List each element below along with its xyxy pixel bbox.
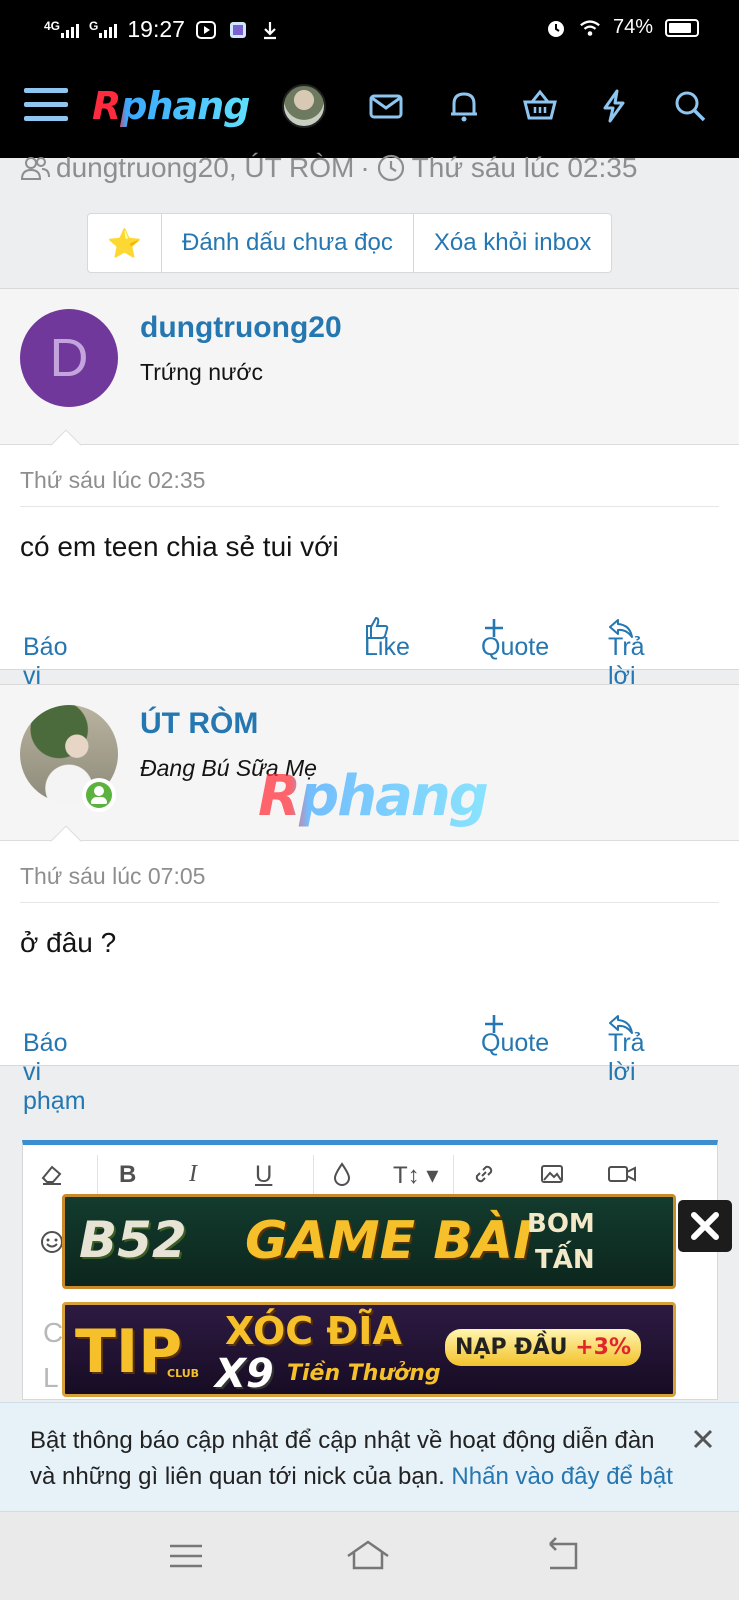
cell-signal-1: 4G — [44, 18, 80, 38]
editor-placeholder[interactable]: C L — [43, 1310, 63, 1400]
wifi-icon — [579, 17, 601, 39]
video-icon[interactable] — [607, 1161, 637, 1194]
quote-label: Quote — [481, 1029, 550, 1057]
bold-icon[interactable]: B — [119, 1161, 136, 1189]
meta-separator: · — [360, 152, 370, 183]
eraser-icon[interactable] — [39, 1161, 65, 1194]
message-date[interactable]: Thứ sáu lúc 02:35 — [20, 445, 719, 507]
push-notification-prompt: Bật thông báo cập nhật để cập nhật về ho… — [0, 1402, 739, 1512]
clock-icon — [377, 154, 404, 182]
top-bar: 4G G 19:27 74% Rphang — [0, 0, 739, 158]
network-type-label: 4G — [44, 18, 61, 33]
message-2: ÚT RÒM Đang Bú Sữa Mẹ Thứ sáu lúc 07:05 … — [0, 684, 739, 1115]
close-icon[interactable] — [689, 1425, 717, 1453]
reply-label: Trả lời — [608, 633, 645, 690]
app-icon — [227, 19, 249, 41]
user-title: Trứng nước — [140, 359, 263, 385]
alarm-icon — [545, 17, 567, 39]
link-icon[interactable] — [471, 1161, 497, 1194]
mail-icon[interactable] — [366, 86, 406, 126]
system-nav-bar — [0, 1512, 739, 1600]
avatar[interactable] — [282, 84, 326, 128]
quote-button[interactable]: Quote — [481, 1011, 549, 1057]
status-bar: 4G G 19:27 74% — [0, 0, 739, 60]
text-size-icon[interactable]: T↕ ▾ — [393, 1161, 438, 1190]
bell-icon[interactable] — [444, 86, 484, 126]
message-1: D dungtruong20 Trứng nước Thứ sáu lúc 02… — [0, 288, 739, 719]
clock: 19:27 — [127, 16, 185, 42]
close-icon — [691, 1212, 719, 1240]
message-text: có em teen chia sẻ tui với — [20, 531, 339, 562]
watermark-logo: Rphang — [258, 764, 489, 829]
message-actions: Báo vi phạm Like Quote Trả lời — [20, 597, 719, 719]
color-icon[interactable] — [329, 1161, 355, 1194]
ad-banner-b52[interactable]: B52 GAME BÀI BOM TẤN — [62, 1194, 676, 1289]
battery-icon — [665, 18, 699, 37]
cell-signal-2: G — [89, 18, 118, 38]
quote-button[interactable]: Quote — [481, 615, 549, 661]
italic-icon[interactable]: I — [189, 1161, 197, 1188]
online-status-icon — [82, 778, 116, 812]
message-user: D dungtruong20 Trứng nước — [0, 289, 739, 461]
reply-label: Trả lời — [608, 1029, 645, 1086]
home-icon[interactable] — [344, 1532, 392, 1580]
menu-icon[interactable] — [24, 88, 68, 126]
download-icon — [259, 19, 281, 41]
report-label: Báo vi phạm — [23, 1029, 86, 1115]
avatar[interactable]: D — [20, 309, 118, 407]
close-ad-button[interactable] — [678, 1200, 732, 1252]
underline-icon[interactable]: U — [255, 1161, 272, 1189]
reply-button[interactable]: Trả lời — [608, 1011, 645, 1086]
thread-actions: ⭐ Đánh dấu chưa đọc Xóa khỏi inbox — [87, 213, 613, 273]
message-text: ở đâu ? — [20, 927, 117, 958]
quote-label: Quote — [481, 633, 550, 661]
lightning-icon[interactable] — [594, 86, 634, 126]
media-icon — [195, 19, 217, 41]
like-label: Like — [364, 633, 410, 661]
battery-percent: 74% — [612, 16, 653, 38]
star-button[interactable]: ⭐ — [88, 214, 162, 272]
enable-notifications-link[interactable]: Nhấn vào đây để bật — [451, 1463, 673, 1490]
users-icon — [20, 157, 50, 180]
message-date[interactable]: Thứ sáu lúc 07:05 — [20, 841, 719, 903]
like-button[interactable]: Like — [364, 615, 410, 661]
basket-icon[interactable] — [520, 86, 560, 126]
message-actions: Báo vi phạm Quote Trả lời — [20, 993, 719, 1115]
remove-inbox-button[interactable]: Xóa khỏi inbox — [414, 214, 611, 272]
ad-banner-tip[interactable]: TIP CLUB XÓC ĐĨA X9 Tiền Thưởng NẠP ĐẦU … — [62, 1302, 676, 1397]
thread-time: Thứ sáu lúc 02:35 — [411, 152, 638, 183]
image-icon[interactable] — [539, 1161, 565, 1194]
network-type-label: G — [89, 18, 99, 33]
mark-unread-button[interactable]: Đánh dấu chưa đọc — [162, 214, 414, 272]
back-icon[interactable] — [538, 1532, 586, 1580]
username-link[interactable]: dungtruong20 — [140, 311, 342, 345]
deposit-bonus-badge: NẠP ĐẦU +3% — [445, 1329, 642, 1366]
thread-meta: dungtruong20, ÚT RÒM · Thứ sáu lúc 02:35 — [20, 152, 637, 184]
site-logo[interactable]: Rphang — [92, 84, 250, 128]
recents-icon[interactable] — [162, 1532, 210, 1580]
search-icon[interactable] — [670, 86, 710, 126]
thread-participants[interactable]: dungtruong20, ÚT RÒM — [56, 152, 354, 184]
app-header: Rphang — [0, 78, 739, 140]
reply-button[interactable]: Trả lời — [608, 615, 645, 690]
username-link[interactable]: ÚT RÒM — [140, 707, 258, 741]
